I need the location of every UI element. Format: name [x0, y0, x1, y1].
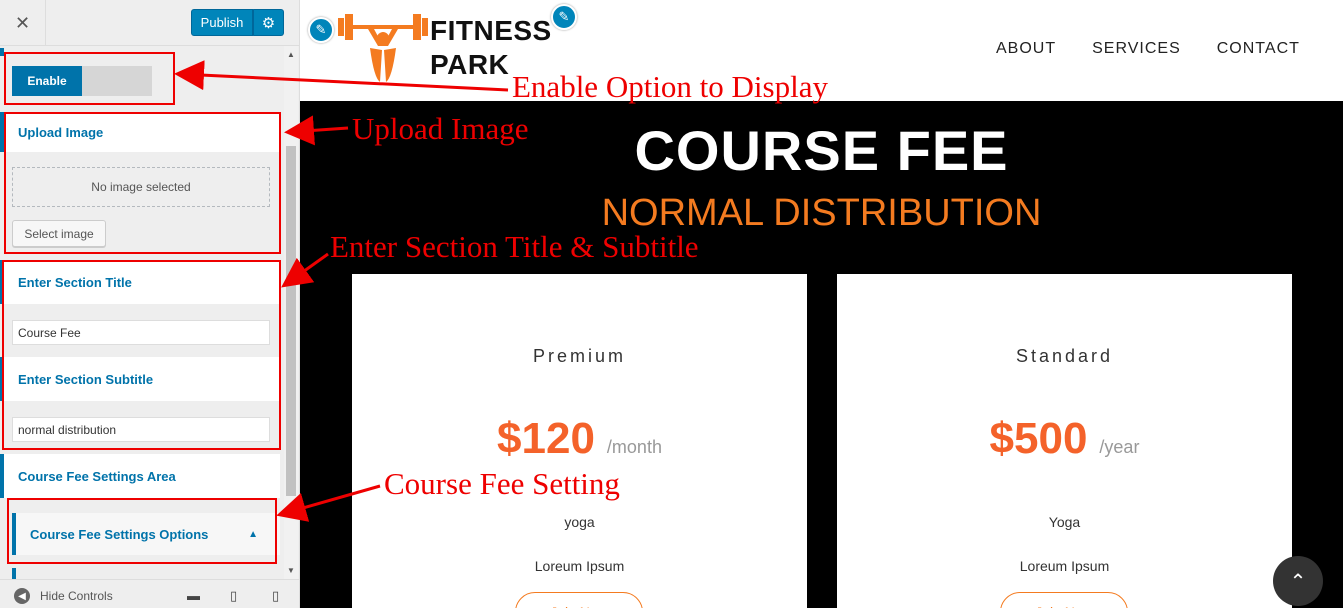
- scroll-top-icon[interactable]: ⌃: [1273, 556, 1323, 606]
- plan-period: /year: [1099, 437, 1140, 457]
- highlight-box: [4, 52, 175, 105]
- annotation-setting: Course Fee Setting: [384, 466, 620, 501]
- scroll-down-icon[interactable]: ▼: [287, 566, 295, 575]
- customizer-footer: ◀ Hide Controls ▬ ▯ ▯: [0, 579, 299, 608]
- plan-name: Standard: [1015, 346, 1114, 366]
- dumbbell-logo-icon: [338, 14, 428, 82]
- highlight-box: [4, 112, 281, 254]
- close-icon[interactable]: ✕: [0, 0, 46, 46]
- annotation-upload: Upload Image: [352, 111, 529, 146]
- plan-price: $120: [497, 414, 595, 463]
- gear-icon[interactable]: ⚙: [253, 9, 284, 36]
- scrollbar-thumb[interactable]: [286, 146, 296, 496]
- nav-about[interactable]: ABOUT: [996, 40, 1056, 58]
- hide-controls-label: Hide Controls: [40, 589, 113, 603]
- nav-services[interactable]: SERVICES: [1092, 40, 1181, 58]
- price-row: $120 /month: [352, 414, 807, 464]
- logo-line-1: FITNESS: [430, 15, 552, 46]
- pricing-card-standard: Standard $500 /year Yoga Loreum Ipsum Jo…: [837, 274, 1292, 608]
- plan-price: $500: [989, 414, 1088, 463]
- highlight-box: [7, 498, 277, 564]
- tablet-icon[interactable]: ▯: [230, 588, 237, 604]
- customizer-topbar: ✕ Publish ⚙: [0, 0, 299, 46]
- plan-feature: Yoga: [1048, 514, 1081, 530]
- scroll-up-icon[interactable]: ▲: [287, 50, 295, 59]
- hide-controls-button[interactable]: ◀ Hide Controls: [14, 588, 113, 604]
- desktop-icon[interactable]: ▬: [187, 588, 200, 603]
- nav-contact[interactable]: CONTACT: [1217, 40, 1300, 58]
- plan-feature: Loreum Ipsum: [534, 558, 625, 574]
- annotation-enable: Enable Option to Display: [512, 69, 828, 104]
- plan-name: Premium: [532, 346, 626, 366]
- price-row: $500 /year: [837, 414, 1292, 464]
- plan-feature: Loreum Ipsum: [1019, 558, 1110, 574]
- plan-feature: yoga: [564, 514, 595, 530]
- collapse-icon: ◀: [14, 588, 30, 604]
- panel-scrollbar[interactable]: ▲ ▼: [284, 46, 298, 579]
- publish-button[interactable]: Publish: [191, 9, 253, 36]
- highlight-box: [2, 260, 281, 450]
- pencil-icon[interactable]: ✎: [551, 4, 577, 30]
- mobile-icon[interactable]: ▯: [272, 588, 279, 604]
- settings-area-heading[interactable]: Course Fee Settings Area: [4, 454, 280, 498]
- pencil-icon[interactable]: ✎: [308, 17, 334, 43]
- panel-accent: [12, 568, 16, 579]
- annotation-title: Enter Section Title & Subtitle: [330, 229, 699, 264]
- plan-period: /month: [606, 437, 662, 457]
- join-now-button[interactable]: Join Now: [515, 592, 643, 608]
- pricing-card-premium: Premium $120 /month yoga Loreum Ipsum Jo…: [352, 274, 807, 608]
- main-nav: ABOUT SERVICES CONTACT: [996, 40, 1300, 58]
- join-now-button[interactable]: Join Now: [1000, 592, 1128, 608]
